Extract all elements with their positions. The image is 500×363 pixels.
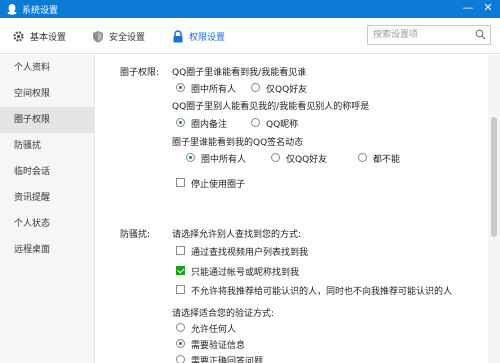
radio-visibility-friends-label: 仅QQ好友	[266, 85, 308, 95]
sidebar-item-space-permission[interactable]: 空间权限	[0, 81, 94, 107]
checkbox-no-recommend[interactable]	[176, 285, 185, 294]
radio-signature-none-label: 都不能	[373, 155, 401, 165]
tab-basic-settings[interactable]: 基本设置	[12, 18, 66, 54]
checkbox-stop-circle[interactable]	[176, 178, 185, 187]
radio-verify-anyone[interactable]	[176, 323, 185, 332]
checkbox-stop-circle-label: 停止使用圈子	[191, 180, 246, 190]
question-name-display: QQ圈子里别人能看见我的/我能看见别人的称呼是	[172, 102, 370, 112]
radio-visibility-all-label: 圈中所有人	[191, 85, 237, 95]
find-method-title: 请选择允许别人查找到您的方式:	[172, 230, 302, 240]
tab-privacy-settings[interactable]: 权限设置	[172, 18, 225, 54]
radio-name-remark[interactable]	[176, 118, 185, 127]
radio-verify-question-label: 需要正确回答问题	[191, 357, 264, 363]
radio-verify-anyone-label: 允许任何人	[191, 325, 237, 335]
radio-name-remark-label: 圈内备注	[191, 120, 228, 130]
sidebar-item-news-alert[interactable]: 资讯提醒	[0, 185, 94, 211]
tab-privacy-label: 权限设置	[189, 32, 226, 43]
checkbox-find-account-only-label: 只能通过帐号或昵称找到我	[191, 268, 300, 278]
settings-content: 圈子权限: QQ圈子里谁能看到我/我能看见谁 圈中所有人 仅QQ好友 QQ圈子里…	[96, 55, 488, 363]
search-input[interactable]	[368, 26, 468, 44]
verify-method-title: 请选择适合您的验证方式:	[172, 309, 275, 319]
question-signature: 圈子里谁能看到我的QQ签名动态	[172, 138, 304, 148]
checkbox-find-account-only[interactable]	[176, 266, 185, 275]
radio-verify-question[interactable]	[176, 355, 185, 363]
sidebar-item-anti-harass[interactable]: 防骚扰	[0, 133, 94, 159]
scrollbar-thumb[interactable]	[491, 117, 497, 237]
radio-signature-all[interactable]	[186, 153, 195, 162]
radio-signature-friends[interactable]	[271, 153, 280, 162]
sidebar-item-status[interactable]: 个人状态	[0, 211, 94, 237]
tab-security-settings[interactable]: 安全设置	[92, 18, 145, 54]
sidebar-item-temp-chat[interactable]: 临时会话	[0, 159, 94, 185]
question-visibility: QQ圈子里谁能看到我/我能看见谁	[172, 68, 307, 78]
lock-icon	[173, 29, 183, 42]
sidebar-item-profile[interactable]: 个人资料	[0, 55, 94, 81]
checkbox-no-recommend-label: 不允许将我推荐给可能认识的人，同时也不向我推荐可能认识的人	[191, 287, 453, 297]
radio-name-nickname[interactable]	[251, 118, 260, 127]
radio-name-nickname-label: QQ昵称	[266, 120, 299, 130]
close-button[interactable]: ✕	[478, 0, 498, 18]
tab-security-label: 安全设置	[109, 32, 146, 43]
qq-logo-icon	[7, 4, 17, 15]
search-icon[interactable]	[475, 29, 486, 40]
gear-icon	[13, 30, 24, 42]
settings-toolbar: 基本设置 安全设置 权限设置	[0, 18, 500, 54]
radio-signature-friends-label: 仅QQ好友	[286, 155, 328, 165]
section-heading-circle: 圈子权限:	[120, 68, 160, 78]
window-title: 系统设置	[22, 6, 59, 16]
sidebar-item-circle-permission[interactable]: 圈子权限	[0, 107, 94, 133]
tab-basic-label: 基本设置	[30, 32, 67, 43]
radio-verify-message[interactable]	[176, 339, 185, 348]
radio-visibility-friends[interactable]	[251, 83, 260, 92]
sidebar-item-remote-desktop[interactable]: 远程桌面	[0, 237, 94, 263]
checkbox-find-video-list-label: 通过查找视频用户列表找到我	[191, 248, 309, 258]
radio-signature-all-label: 圈中所有人	[201, 155, 247, 165]
section-heading-harass: 防骚扰:	[120, 230, 151, 240]
checkbox-find-video-list[interactable]	[176, 246, 185, 255]
settings-sidebar: 个人资料 空间权限 圈子权限 防骚扰 临时会话 资讯提醒 个人状态 远程桌面	[0, 55, 95, 363]
shield-icon	[93, 30, 103, 42]
minimize-button[interactable]: —	[458, 0, 478, 18]
radio-signature-none[interactable]	[358, 153, 367, 162]
title-bar: 系统设置 — ✕	[0, 0, 500, 18]
radio-verify-message-label: 需要验证信息	[191, 341, 246, 351]
content-scrollbar[interactable]	[488, 55, 500, 363]
search-box[interactable]	[367, 25, 491, 45]
radio-visibility-all[interactable]	[176, 83, 185, 92]
